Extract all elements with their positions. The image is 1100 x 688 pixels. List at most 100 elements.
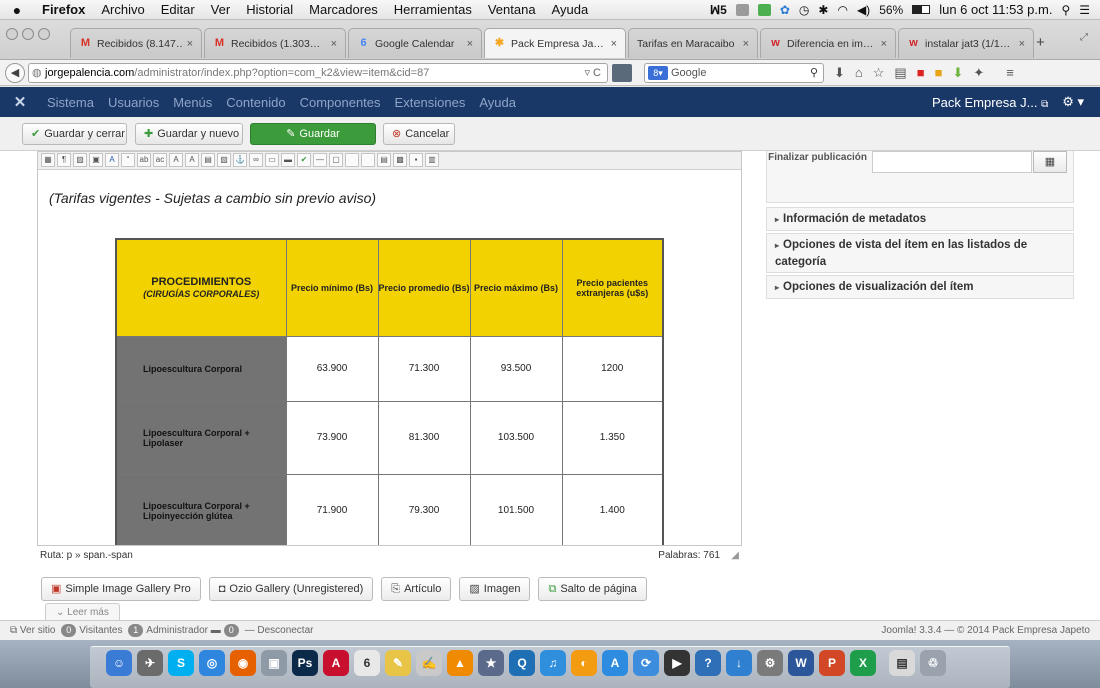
close-tab-icon[interactable]: × — [743, 38, 749, 50]
editor-link-icon[interactable]: ∞ — [249, 153, 263, 167]
notes-icon[interactable]: ✎ — [385, 650, 411, 676]
download-icon[interactable]: ↓ — [726, 650, 752, 676]
addon-red-icon[interactable]: ■ — [917, 65, 925, 81]
save-close-button[interactable]: ✔ Guardar y cerrar — [22, 123, 127, 145]
editor-save-icon[interactable]: ▪ — [409, 153, 423, 167]
editor-blank2-icon[interactable] — [361, 153, 375, 167]
back-button[interactable]: ◀ — [5, 63, 25, 83]
dictionary-icon[interactable]: ? — [695, 650, 721, 676]
wifi-icon[interactable]: ◠ — [837, 3, 847, 17]
acrobat-icon[interactable]: A — [323, 650, 349, 676]
calendar-icon[interactable]: 6 — [354, 650, 380, 676]
fullscreen-icon[interactable]: ⤢ — [1080, 32, 1088, 43]
tab-4[interactable]: ✱ Pack Empresa Ja… × — [484, 28, 626, 58]
photoshop-icon[interactable]: Ps — [292, 650, 318, 676]
pagebreak-button[interactable]: ⧉ Salto de página — [538, 577, 647, 601]
close-window-icon[interactable] — [6, 28, 18, 40]
close-tab-icon[interactable]: × — [467, 38, 473, 50]
close-tab-icon[interactable]: × — [187, 38, 193, 50]
bookmarks-list-icon[interactable]: ▤ — [894, 65, 906, 81]
safari-icon[interactable]: ◎ — [199, 650, 225, 676]
dropdown-icon[interactable]: ▿ — [584, 67, 590, 79]
editor-paragraph-icon[interactable]: ¶ — [57, 153, 71, 167]
rich-text-editor[interactable]: ▦ ¶ ▧ ▣ A “ ab ac A A ▤ ▨ ⚓ ∞ ▭ ▬ ✔ ― ▢ … — [37, 151, 742, 546]
zoom-window-icon[interactable] — [38, 28, 50, 40]
image-button[interactable]: ▨ Imagen — [459, 577, 531, 601]
editor-doc-icon[interactable]: ▥ — [425, 153, 439, 167]
editor-form-icon[interactable]: ▬ — [281, 153, 295, 167]
volume-icon[interactable]: ◀) — [857, 3, 870, 17]
editor-image-icon[interactable]: ▣ — [89, 153, 103, 167]
readmore-button[interactable]: ⌄ Leer más — [45, 603, 120, 620]
menu-marcadores[interactable]: Marcadores — [301, 2, 386, 17]
time-machine-icon[interactable]: ◷ — [799, 3, 809, 17]
sysprefs-icon[interactable]: ⚙ — [757, 650, 783, 676]
editor-blank1-icon[interactable] — [345, 153, 359, 167]
tab-5[interactable]: Tarifas en Maracaibo × — [628, 28, 758, 58]
editor-quote-icon[interactable]: “ — [121, 153, 135, 167]
document-icon[interactable]: ▤ — [889, 650, 915, 676]
ozio-gallery-button[interactable]: ◘ Ozio Gallery (Unregistered) — [208, 577, 374, 601]
menu-editar[interactable]: Editar — [153, 2, 203, 17]
editor-file-icon[interactable]: ▤ — [201, 153, 215, 167]
powerpoint-icon[interactable]: P — [819, 650, 845, 676]
joomla-logo-icon[interactable]: ✕ — [0, 93, 40, 111]
spotlight-icon[interactable]: ⚲ — [1061, 3, 1070, 17]
nav-componentes[interactable]: Componentes — [293, 95, 388, 110]
vlc-icon[interactable]: ▲ — [447, 650, 473, 676]
preview-icon[interactable]: ▣ — [261, 650, 287, 676]
rocket-icon[interactable]: ✈ — [137, 650, 163, 676]
notification-center-icon[interactable]: ☰ — [1079, 3, 1090, 17]
tab-1[interactable]: M Recibidos (8.147… × — [70, 28, 202, 58]
editor-anchor-icon[interactable]: ⚓ — [233, 153, 247, 167]
download-icon[interactable]: ⬇ — [834, 65, 845, 81]
editor-gallery-icon[interactable]: ▩ — [393, 153, 407, 167]
logout-link[interactable]: ― Desconectar — [245, 625, 314, 636]
menu-historial[interactable]: Historial — [238, 2, 301, 17]
quicktime-icon[interactable]: Q — [509, 650, 535, 676]
editor-abbr-icon[interactable]: ab — [137, 153, 151, 167]
addon-puzzle-icon[interactable]: ✦ — [973, 65, 984, 81]
close-tab-icon[interactable]: × — [331, 38, 337, 50]
nav-usuarios[interactable]: Usuarios — [101, 95, 166, 110]
user-gear-icon[interactable]: ⚙ ▾ — [1062, 94, 1084, 110]
nav-extensiones[interactable]: Extensiones — [388, 95, 473, 110]
editor-font-icon[interactable]: A — [105, 153, 119, 167]
close-tab-icon[interactable]: × — [611, 38, 617, 50]
itunes-icon[interactable]: ♫ — [540, 650, 566, 676]
simple-gallery-button[interactable]: ▣ Simple Image Gallery Pro — [41, 577, 201, 601]
message-icon[interactable]: ▬ — [211, 625, 221, 636]
trash-icon[interactable]: ♲ — [920, 650, 946, 676]
skype-icon[interactable]: S — [168, 650, 194, 676]
menu-herramientas[interactable]: Herramientas — [386, 2, 480, 17]
site-name-link[interactable]: Pack Empresa J... ⧉ — [932, 95, 1048, 110]
hamburger-menu-icon[interactable]: ≡ — [1006, 65, 1014, 81]
minimize-window-icon[interactable] — [22, 28, 34, 40]
editor-page-icon[interactable]: ▤ — [377, 153, 391, 167]
editor-insert-icon[interactable]: A — [185, 153, 199, 167]
addon-orange-icon[interactable]: ■ — [935, 65, 943, 81]
word-icon[interactable]: W — [788, 650, 814, 676]
finalize-date-input[interactable] — [872, 151, 1032, 173]
nav-sistema[interactable]: Sistema — [40, 95, 101, 110]
google-icon[interactable]: 8▾ — [648, 66, 668, 80]
bluetooth-icon[interactable]: ✱ — [818, 3, 828, 17]
accordion-metadata[interactable]: ▸ Información de metadatos — [766, 207, 1074, 231]
menu-ventana[interactable]: Ventana — [480, 2, 544, 17]
accordion-category-view[interactable]: ▸ Opciones de vista del ítem en las lista… — [766, 233, 1074, 273]
editor-input-icon[interactable]: ▭ — [265, 153, 279, 167]
dropbox-icon[interactable]: ✿ — [780, 3, 790, 17]
calendar-button[interactable]: ▦ — [1033, 151, 1067, 173]
clock[interactable]: lun 6 oct 11:53 p.m. — [939, 2, 1052, 17]
reload-icon[interactable]: C — [593, 67, 601, 79]
clapper-icon[interactable]: ▶ — [664, 650, 690, 676]
firefox-icon[interactable]: ◉ — [230, 650, 256, 676]
menu-ayuda[interactable]: Ayuda — [544, 2, 597, 17]
tab-6[interactable]: w Diferencia en im… × — [760, 28, 896, 58]
cancel-button[interactable]: ⊗ Cancelar — [383, 123, 455, 145]
search-bar[interactable]: 8▾ Google ⚲ — [644, 63, 824, 83]
ibooks-icon[interactable]: ◐ — [571, 650, 597, 676]
nav-ayuda[interactable]: Ayuda — [472, 95, 523, 110]
save-new-button[interactable]: ✚ Guardar y nuevo — [135, 123, 243, 145]
editor-strike-icon[interactable]: A — [169, 153, 183, 167]
